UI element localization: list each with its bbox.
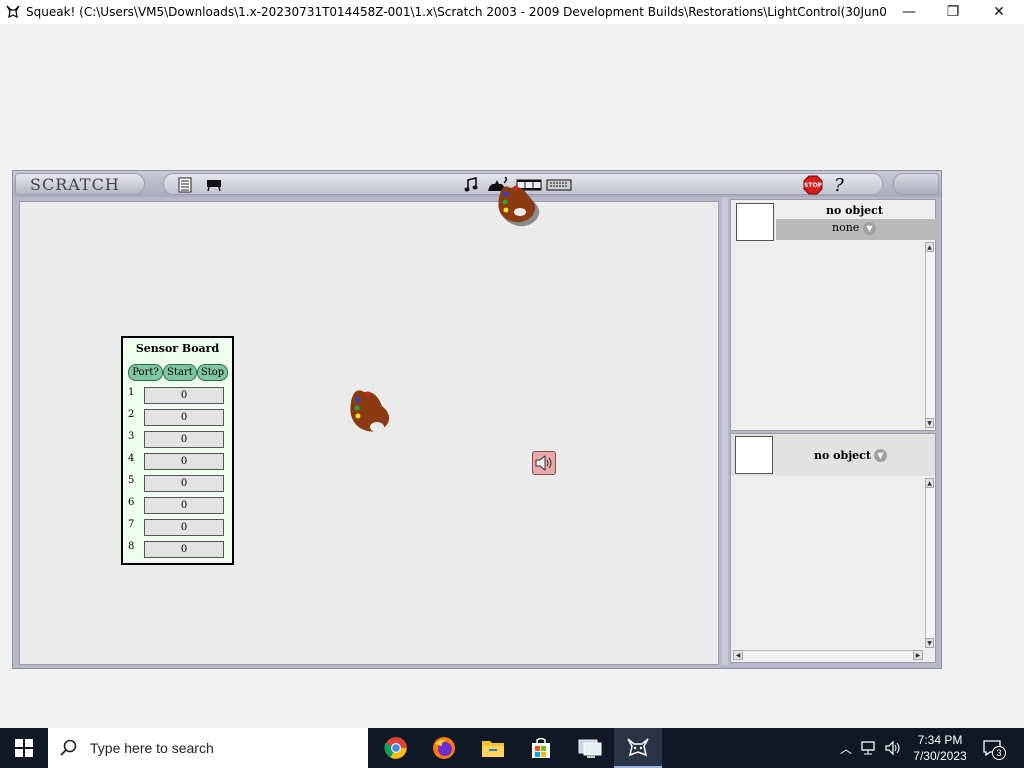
sensor-row-value: 0 bbox=[144, 541, 224, 558]
sensor-row-number: 5 bbox=[128, 475, 135, 486]
presentation-icon[interactable] bbox=[204, 177, 224, 193]
scroll-down-icon[interactable]: ▼ bbox=[925, 638, 934, 648]
stop-icon[interactable]: STOP bbox=[802, 175, 824, 195]
object-panel-top: no object none ▼ ▲ ▼ bbox=[730, 199, 936, 431]
sensor-row-value: 0 bbox=[144, 431, 224, 448]
clock-date: 7/30/2023 bbox=[913, 749, 967, 763]
maximize-icon: ❐ bbox=[946, 4, 960, 20]
vertical-scrollbar[interactable]: ▲ ▼ bbox=[925, 242, 934, 430]
sensor-row-number: 8 bbox=[128, 541, 135, 552]
speaker-sprite[interactable] bbox=[532, 451, 556, 475]
volume-icon[interactable] bbox=[884, 740, 902, 756]
object-thumbnail bbox=[735, 436, 773, 474]
sensor-row-value: 0 bbox=[144, 497, 224, 514]
dropdown-arrow-icon[interactable]: ▼ bbox=[863, 222, 876, 235]
sensor-row-value: 0 bbox=[144, 409, 224, 426]
object-panel-bottom: no object ▼ ▲ ▼ ◀ ▶ bbox=[730, 433, 936, 663]
clock-time: 7:34 PM bbox=[917, 733, 963, 747]
sensor-row-number: 2 bbox=[128, 409, 135, 420]
sensor-row-number: 7 bbox=[128, 519, 135, 530]
taskbar-clock[interactable]: 7:34 PM 7/30/2023 bbox=[908, 732, 972, 764]
sensor-row-number: 1 bbox=[128, 387, 135, 398]
stop-button[interactable]: Stop bbox=[197, 364, 228, 381]
scroll-down-icon[interactable]: ▼ bbox=[925, 418, 934, 428]
speaker-icon bbox=[535, 454, 552, 472]
sensor-board-title: Sensor Board bbox=[135, 342, 220, 355]
scratch-logo: SCRATCH bbox=[15, 173, 145, 195]
system-tray: ︿ bbox=[836, 728, 902, 768]
chevron-up-icon[interactable]: ︿ bbox=[836, 740, 856, 757]
minimize-icon: — bbox=[902, 4, 916, 20]
scroll-left-icon[interactable]: ◀ bbox=[733, 650, 743, 660]
sensor-row-value: 0 bbox=[144, 475, 224, 492]
notification-center-button[interactable]: 3 bbox=[980, 736, 1006, 760]
maximize-button[interactable]: ❐ bbox=[930, 0, 976, 24]
store-icon[interactable] bbox=[517, 728, 565, 768]
search-placeholder: Type here to search bbox=[90, 740, 214, 756]
close-icon: ✕ bbox=[993, 4, 1005, 20]
palette-sprite[interactable] bbox=[496, 180, 550, 240]
scroll-right-icon[interactable]: ▶ bbox=[913, 650, 923, 660]
scroll-up-icon[interactable]: ▲ bbox=[925, 242, 934, 252]
object-name-label: no object bbox=[826, 204, 883, 217]
squeak-app-icon bbox=[4, 3, 22, 21]
taskbar: Type here to search ︿ 7:34 PM 7/30/2023 … bbox=[0, 728, 1024, 768]
vertical-scrollbar[interactable]: ▲ ▼ bbox=[925, 478, 934, 648]
dropdown-arrow-icon[interactable]: ▼ bbox=[874, 449, 887, 462]
sensor-row-value: 0 bbox=[144, 453, 224, 470]
file-explorer-icon[interactable] bbox=[469, 728, 517, 768]
sensor-row-number: 6 bbox=[128, 497, 135, 508]
notification-count: 3 bbox=[992, 746, 1006, 760]
stop-label: STOP bbox=[804, 181, 822, 189]
scratch-top-bar-cap bbox=[893, 173, 939, 195]
sensor-row-value: 0 bbox=[144, 387, 224, 404]
palette-sprite[interactable] bbox=[348, 386, 396, 442]
squeak-icon[interactable] bbox=[614, 728, 662, 768]
sensor-row-value: 0 bbox=[144, 519, 224, 536]
help-icon[interactable]: ? bbox=[830, 175, 848, 196]
music-note-icon[interactable] bbox=[462, 177, 480, 193]
sensor-row-number: 3 bbox=[128, 431, 135, 442]
taskbar-search[interactable]: Type here to search bbox=[48, 728, 368, 768]
minimize-button[interactable]: — bbox=[886, 0, 932, 24]
remote-desktop-icon[interactable] bbox=[566, 728, 614, 768]
object-thumbnail bbox=[736, 203, 774, 241]
firefox-icon[interactable] bbox=[420, 728, 468, 768]
window-title: Squeak! (C:\Users\VM5\Downloads\1.x-2023… bbox=[26, 5, 886, 19]
start-button[interactable]: Start bbox=[163, 364, 197, 381]
object-dropdown-value: none bbox=[832, 221, 860, 234]
start-button[interactable] bbox=[0, 728, 48, 768]
search-icon bbox=[60, 739, 77, 756]
scroll-up-icon[interactable]: ▲ bbox=[925, 478, 934, 488]
chrome-icon[interactable] bbox=[372, 728, 420, 768]
network-icon[interactable] bbox=[860, 740, 878, 756]
sensor-row-number: 4 bbox=[128, 453, 135, 464]
windows-icon bbox=[15, 739, 33, 757]
scratch-top-bar: SCRATCH STOP ? bbox=[13, 171, 941, 197]
horizontal-scrollbar[interactable]: ◀ ▶ bbox=[733, 650, 923, 660]
notes-icon[interactable] bbox=[176, 177, 194, 193]
sensor-board[interactable]: Sensor Board Port? Start Stop 1 0 2 0 3 … bbox=[121, 336, 234, 565]
panel-splitter[interactable] bbox=[722, 197, 728, 665]
port-button[interactable]: Port? bbox=[128, 364, 163, 381]
window-titlebar: Squeak! (C:\Users\VM5\Downloads\1.x-2023… bbox=[0, 0, 1024, 24]
object-name-label: no object bbox=[814, 449, 871, 462]
close-button[interactable]: ✕ bbox=[976, 0, 1022, 24]
